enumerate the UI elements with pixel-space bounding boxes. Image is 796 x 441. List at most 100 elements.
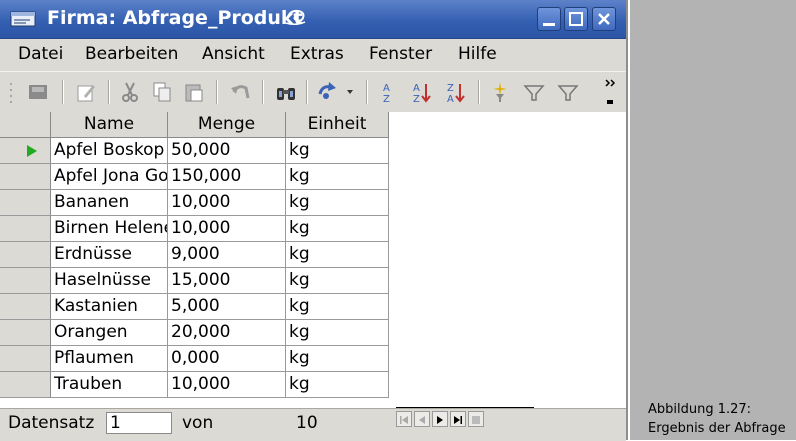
paste-icon[interactable]: [182, 80, 206, 104]
toolbar-separator: [62, 80, 64, 104]
row-header[interactable]: [0, 242, 51, 268]
edit-icon[interactable]: [74, 80, 98, 104]
minimize-icon: [543, 23, 555, 26]
cell-menge[interactable]: 9,000: [168, 242, 286, 268]
current-record-arrow-icon: [27, 145, 37, 157]
cell-name[interactable]: Trauben: [51, 372, 168, 398]
record-number-value: 1: [110, 413, 121, 433]
row-header[interactable]: [0, 216, 51, 242]
cell-einheit[interactable]: kg: [286, 138, 389, 164]
svg-text:Z: Z: [413, 94, 420, 104]
row-header[interactable]: [0, 294, 51, 320]
svg-text:A: A: [447, 94, 454, 104]
data-grid[interactable]: Name Menge Einheit Apfel Boskop 50,000 kg A…: [0, 112, 626, 408]
first-record-button[interactable]: [396, 411, 412, 427]
cell-menge[interactable]: 5,000: [168, 294, 286, 320]
maximize-icon: [569, 12, 583, 26]
toolbar-overflow-icon[interactable]: [604, 76, 618, 108]
cell-name[interactable]: Haselnüsse: [51, 268, 168, 294]
new-record-icon: [472, 416, 480, 424]
menu-datei[interactable]: Datei: [18, 44, 63, 64]
column-header-name[interactable]: Name: [51, 112, 168, 138]
close-icon: [598, 13, 610, 25]
title-bar[interactable]: Firma: Abfrage_Produkt: [0, 0, 626, 39]
cell-name[interactable]: Erdnüsse: [51, 242, 168, 268]
next-record-button[interactable]: [432, 411, 448, 427]
cell-einheit[interactable]: kg: [286, 320, 389, 346]
svg-text:Z: Z: [447, 83, 454, 94]
row-header[interactable]: [0, 268, 51, 294]
query-window: Firma: Abfrage_Produkt Datei Bearbeiten …: [0, 0, 628, 441]
cell-menge[interactable]: 10,000: [168, 372, 286, 398]
cell-name[interactable]: Birnen Helene: [51, 216, 168, 242]
refresh-dropdown-icon[interactable]: [346, 88, 354, 96]
corner-header[interactable]: [0, 112, 51, 138]
svg-text:A: A: [413, 83, 420, 94]
cell-einheit[interactable]: kg: [286, 216, 389, 242]
toolbar: AZ AZ ZA: [0, 71, 626, 113]
toolbar-separator: [478, 80, 480, 104]
cell-einheit[interactable]: kg: [286, 346, 389, 372]
row-header[interactable]: [0, 320, 51, 346]
undo-icon[interactable]: [228, 80, 252, 104]
cell-einheit[interactable]: kg: [286, 294, 389, 320]
row-header[interactable]: [0, 138, 51, 164]
maximize-button[interactable]: [564, 7, 588, 31]
window-title: Firma: Abfrage_Produkt: [47, 7, 303, 29]
nav-divider: [396, 407, 534, 408]
cell-einheit[interactable]: kg: [286, 164, 389, 190]
cell-menge[interactable]: 20,000: [168, 320, 286, 346]
record-number-field[interactable]: 1: [106, 412, 172, 434]
cell-menge[interactable]: 10,000: [168, 190, 286, 216]
menu-bearbeiten[interactable]: Bearbeiten: [85, 44, 178, 64]
swirl-icon: [285, 9, 306, 26]
column-header-einheit[interactable]: Einheit: [286, 112, 389, 138]
toolbar-separator: [108, 80, 110, 104]
cell-menge[interactable]: 10,000: [168, 216, 286, 242]
cell-name[interactable]: Kastanien: [51, 294, 168, 320]
last-record-button[interactable]: [450, 411, 466, 427]
cell-name[interactable]: Apfel Boskop: [51, 138, 168, 164]
menu-hilfe[interactable]: Hilfe: [458, 44, 497, 64]
save-icon[interactable]: [26, 80, 50, 104]
copy-icon[interactable]: [150, 80, 174, 104]
column-header-menge[interactable]: Menge: [168, 112, 286, 138]
record-navigation-bar: Datensatz 1 von 10: [0, 407, 626, 441]
row-header[interactable]: [0, 372, 51, 398]
find-icon[interactable]: [274, 80, 298, 104]
cell-name[interactable]: Bananen: [51, 190, 168, 216]
cell-name[interactable]: Orangen: [51, 320, 168, 346]
sort-az-icon[interactable]: AZ: [376, 80, 400, 104]
menu-extras[interactable]: Extras: [290, 44, 344, 64]
svg-text:A: A: [383, 83, 390, 94]
cell-menge[interactable]: 0,000: [168, 346, 286, 372]
new-record-button[interactable]: [468, 411, 484, 427]
row-header[interactable]: [0, 164, 51, 190]
previous-record-button[interactable]: [414, 411, 430, 427]
standard-filter-icon[interactable]: [522, 80, 546, 104]
next-record-icon: [437, 416, 443, 424]
cell-menge[interactable]: 15,000: [168, 268, 286, 294]
cell-name[interactable]: Pflaumen: [51, 346, 168, 372]
cut-icon[interactable]: [118, 80, 142, 104]
refresh-icon[interactable]: [316, 80, 340, 104]
row-header[interactable]: [0, 346, 51, 372]
autofilter-icon[interactable]: [488, 80, 512, 104]
minimize-button[interactable]: [537, 7, 561, 31]
app-icon: [10, 11, 36, 27]
cell-menge[interactable]: 50,000: [168, 138, 286, 164]
cell-einheit[interactable]: kg: [286, 242, 389, 268]
cell-einheit[interactable]: kg: [286, 372, 389, 398]
menu-fenster[interactable]: Fenster: [369, 44, 432, 64]
cell-einheit[interactable]: kg: [286, 268, 389, 294]
menu-ansicht[interactable]: Ansicht: [202, 44, 265, 64]
remove-filter-icon[interactable]: [556, 80, 580, 104]
row-header[interactable]: [0, 190, 51, 216]
last-record-icon: [454, 416, 462, 424]
cell-name[interactable]: Apfel Jona Gold: [51, 164, 168, 190]
cell-einheit[interactable]: kg: [286, 190, 389, 216]
sort-descending-icon[interactable]: ZA: [444, 80, 468, 104]
sort-ascending-icon[interactable]: AZ: [410, 80, 434, 104]
close-button[interactable]: [592, 7, 616, 31]
cell-menge[interactable]: 150,000: [168, 164, 286, 190]
